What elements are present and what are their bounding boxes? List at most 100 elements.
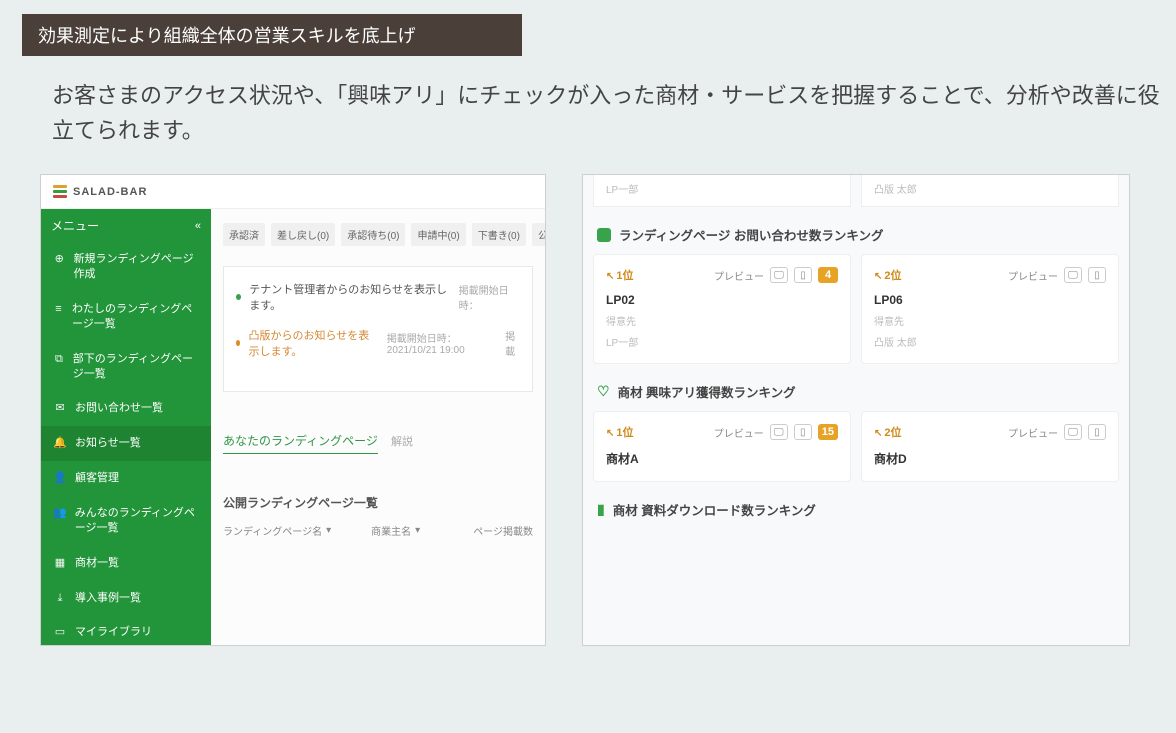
left-screenshot: SALAD-BAR メニュー « ⊕ 新規ランディングページ作成 ≡ わたしのランディ… (40, 174, 546, 646)
mobile-icon[interactable]: ▯ (794, 424, 812, 440)
rank-card[interactable]: 2位プレビュー🖵▯LP06得意先凸版 太郎 (861, 254, 1119, 364)
sidebar-icon: ✉ (53, 401, 67, 416)
ranking-section-title: ♡ 商材 興味アリ獲得数ランキング (583, 364, 1129, 411)
document-icon: ▮ (597, 501, 605, 518)
dot-icon (236, 340, 240, 346)
status-tab[interactable]: 差し戻し(0) (271, 223, 335, 246)
th-cell[interactable]: 商業主名 (371, 523, 411, 538)
menu-label: メニュー (51, 217, 99, 234)
notice-meta: 掲載開始日時： (459, 282, 520, 312)
rank-card[interactable]: 2位 プレビュー 🖵 ▯ 商材D (861, 411, 1119, 482)
sidebar-icon: ≡ (53, 302, 64, 332)
sidebar-item[interactable]: 👥 みんなのランディングページ一覧 (41, 496, 211, 546)
status-tab[interactable]: 承認済 (223, 223, 265, 246)
sidebar-item[interactable]: ⤓ 導入事例一覧 (41, 581, 211, 616)
section-sub[interactable]: 解説 (391, 436, 413, 448)
ranking-section-title: ランディングページ お問い合わせ数ランキング (583, 207, 1129, 254)
desktop-icon[interactable]: 🖵 (770, 267, 788, 283)
sidebar-item[interactable]: ⊕ 新規ランディングページ作成 (41, 242, 211, 292)
ranking-section-title: ▮ 商材 資料ダウンロード数ランキング (583, 482, 1129, 529)
notice-meta: 掲載開始日時：2021/10/21 19:00 (387, 330, 497, 356)
card-title: 商材D (874, 450, 1106, 467)
status-tab[interactable]: 下書き(0) (472, 223, 526, 246)
list-title: 公開ランディングページ一覧 (223, 494, 533, 511)
description-text: お客さまのアクセス状況や、「興味アリ」にチェックが入った商材・サービスを把握する… (52, 78, 1176, 148)
stub-left: LP一部 (593, 175, 851, 207)
sidebar-item-label: 商材一覧 (75, 556, 119, 571)
status-tab[interactable]: 申請中(0) (411, 223, 465, 246)
sidebar-item-label: 新規ランディングページ作成 (74, 252, 201, 282)
desktop-icon[interactable]: 🖵 (1064, 267, 1082, 283)
desktop-icon[interactable]: 🖵 (1064, 424, 1082, 440)
status-tabs: 承認済差し戻し(0)承認待ち(0)申請中(0)下書き(0)公開中(5)公開一時停… (223, 223, 533, 246)
sidebar-item[interactable]: ≡ わたしのランディングページ一覧 (41, 292, 211, 342)
rank-card[interactable]: 1位 プレビュー 🖵 ▯ 4 LP02 得意先 LP一部 (593, 254, 851, 364)
table-header: ランディングページ名 ▾ 商業主名 ▾ ページ掲載数 (223, 523, 533, 538)
section-head[interactable]: あなたのランディングページ (223, 432, 378, 454)
rank-badge: 2位 (874, 424, 902, 440)
card-line: LP一部 (606, 334, 838, 349)
sidebar-item-label: お問い合わせ一覧 (75, 401, 163, 416)
notice-text: テナント管理者からのお知らせを表示します。 (249, 281, 450, 313)
dot-icon (236, 294, 241, 300)
sidebar-icon: 👤 (53, 471, 67, 486)
card-title: 商材A (606, 450, 838, 467)
sidebar-item[interactable]: ✉ お問い合わせ一覧 (41, 391, 211, 426)
preview-label: プレビュー (1008, 425, 1058, 440)
sidebar-icon: ⤓ (53, 591, 67, 606)
mobile-icon[interactable]: ▯ (794, 267, 812, 283)
card-title: LP06 (874, 293, 1106, 307)
brand-name: SALAD-BAR (73, 186, 147, 198)
sidebar-item[interactable]: ▭ マイライブラリ (41, 615, 211, 646)
mobile-icon[interactable]: ▯ (1088, 424, 1106, 440)
count-badge: 15 (818, 424, 838, 440)
brand-header: SALAD-BAR (41, 175, 545, 209)
preview-label: プレビュー (714, 425, 764, 440)
notice-extra: 掲載 (505, 328, 520, 358)
notice-box: テナント管理者からのお知らせを表示します。 掲載開始日時： 凸版からのお知らせを… (223, 266, 533, 392)
mail-icon (597, 228, 611, 242)
card-line: 得意先 (606, 313, 838, 328)
rank-badge: 1位 (606, 267, 634, 283)
sidebar-item-label: 導入事例一覧 (75, 591, 141, 606)
sidebar-icon: ▦ (53, 556, 67, 571)
sidebar-item-label: 部下のランディングページ一覧 (73, 352, 201, 382)
mobile-icon[interactable]: ▯ (1088, 267, 1106, 283)
sidebar-item-label: みんなのランディングページ一覧 (75, 506, 201, 536)
preview-label: プレビュー (714, 268, 764, 283)
sidebar-item-label: わたしのランディングページ一覧 (72, 302, 201, 332)
heart-icon: ♡ (597, 383, 610, 400)
sidebar-item[interactable]: ⧉部下のランディングページ一覧 (41, 342, 211, 392)
th-cell[interactable]: ランディングページ名 (223, 523, 322, 538)
brand-icon (53, 185, 67, 199)
sidebar-icon: 🔔 (53, 436, 67, 451)
title-bar: 効果測定により組織全体の営業スキルを底上げ (22, 14, 522, 56)
card-line: 凸版 太郎 (874, 334, 1106, 349)
sidebar-item[interactable]: 👤 顧客管理 (41, 461, 211, 496)
card-title: LP02 (606, 293, 838, 307)
sidebar-icon: ⊕ (53, 252, 66, 282)
sort-icon[interactable]: ▾ (326, 525, 331, 536)
rank-badge: 2位 (874, 267, 902, 283)
sidebar-item-label: 顧客管理 (75, 471, 119, 486)
th-cell[interactable]: ページ掲載数 (473, 523, 533, 538)
sidebar-item[interactable]: 🔔 お知らせ一覧 (41, 426, 211, 461)
rank-badge: 1位 (606, 424, 634, 440)
status-tab[interactable]: 公開中(5) (532, 223, 545, 246)
stub-right: 凸版 太郎 (861, 175, 1119, 207)
desktop-icon[interactable]: 🖵 (770, 424, 788, 440)
notice-text: 凸版からのお知らせを表示します。 (248, 327, 378, 359)
status-tab[interactable]: 承認待ち(0) (341, 223, 405, 246)
preview-label: プレビュー (1008, 268, 1058, 283)
right-screenshot: LP一部 凸版 太郎 ランディングページ お問い合わせ数ランキング 1位プレビュ… (582, 174, 1130, 646)
sidebar-item[interactable]: ▦ 商材一覧 (41, 546, 211, 581)
collapse-icon[interactable]: « (195, 220, 201, 232)
sidebar-icon: ▭ (53, 625, 67, 640)
sidebar: メニュー « ⊕ 新規ランディングページ作成 ≡ わたしのランディングページ一覧 ⧉部下… (41, 209, 211, 645)
sidebar-item-label: マイライブラリ (75, 625, 152, 640)
sidebar-item-label: お知らせ一覧 (75, 436, 141, 451)
sidebar-icon: 👥 (53, 506, 67, 536)
count-badge: 4 (818, 267, 838, 283)
sort-icon[interactable]: ▾ (415, 525, 420, 536)
rank-card[interactable]: 1位 プレビュー 🖵 ▯ 15 商材A (593, 411, 851, 482)
